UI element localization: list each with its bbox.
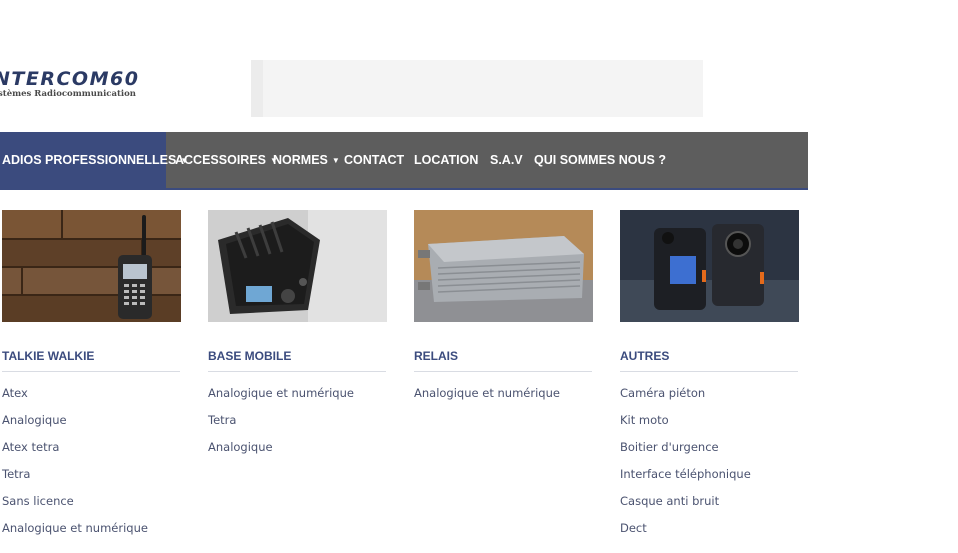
- list-item[interactable]: Caméra piéton: [620, 385, 800, 412]
- nav-label: ADIOS PROFESSIONNELLES: [2, 153, 177, 167]
- nav-qui-sommes-nous[interactable]: QUI SOMMES NOUS ?: [534, 132, 666, 188]
- nav-label: CONTACT: [344, 153, 405, 167]
- logo-title: NTERCOM60: [0, 68, 140, 90]
- nav-radios-professionnelles[interactable]: ADIOS PROFESSIONNELLES ▼: [0, 132, 188, 188]
- logo-subtitle: stèmes Radiocommunication: [0, 89, 136, 99]
- nav-location[interactable]: LOCATION: [414, 132, 478, 188]
- list-item[interactable]: Dect: [620, 520, 800, 547]
- category-title[interactable]: BASE MOBILE: [208, 349, 388, 366]
- category-relais: RELAIS Analogique et numérique: [414, 210, 594, 412]
- divider: [414, 371, 592, 372]
- main-navbar: ADIOS PROFESSIONNELLES ▼ ACCESSOIRES ▼ NOR…: [0, 132, 808, 190]
- caret-down-icon: ▼: [331, 156, 340, 165]
- nav-label: S.A.V: [490, 153, 523, 167]
- category-title[interactable]: RELAIS: [414, 349, 594, 366]
- nav-contact[interactable]: CONTACT: [344, 132, 404, 188]
- list-item[interactable]: Casque anti bruit: [620, 493, 800, 520]
- category-autres: AUTRES Caméra piéton Kit moto Boitier d'…: [620, 210, 800, 547]
- nav-label: LOCATION: [414, 153, 479, 167]
- category-links: Analogique et numérique Tetra Analogique: [208, 385, 388, 466]
- header-banner: [251, 60, 703, 117]
- site-logo[interactable]: NTERCOM60 stèmes Radiocommunication: [0, 68, 139, 99]
- list-item[interactable]: Analogique et numérique: [414, 385, 594, 412]
- talkie-walkie-image[interactable]: [2, 210, 181, 322]
- list-item[interactable]: Interface téléphonique: [620, 466, 800, 493]
- divider: [208, 371, 386, 372]
- list-item[interactable]: Atex tetra: [2, 439, 182, 466]
- list-item[interactable]: Analogique et numérique: [208, 385, 388, 412]
- list-item[interactable]: Analogique: [208, 439, 388, 466]
- list-item[interactable]: Tetra: [2, 466, 182, 493]
- nav-normes[interactable]: NORMES ▼: [273, 132, 340, 188]
- divider: [2, 371, 180, 372]
- list-item[interactable]: Atex: [2, 385, 182, 412]
- category-base-mobile: BASE MOBILE Analogique et numérique Tetr…: [208, 210, 388, 466]
- nav-label: QUI SOMMES NOUS ?: [534, 153, 666, 167]
- category-title[interactable]: AUTRES: [620, 349, 800, 366]
- list-item[interactable]: Kit moto: [620, 412, 800, 439]
- category-links: Caméra piéton Kit moto Boitier d'urgence…: [620, 385, 800, 547]
- list-item[interactable]: Tetra: [208, 412, 388, 439]
- category-links: Analogique et numérique: [414, 385, 594, 412]
- header-banner-edge: [251, 60, 263, 117]
- list-item[interactable]: Analogique et numérique: [2, 520, 182, 547]
- relais-image[interactable]: [414, 210, 593, 322]
- divider: [620, 371, 798, 372]
- list-item[interactable]: Sans licence: [2, 493, 182, 520]
- nav-sav[interactable]: S.A.V: [490, 132, 523, 188]
- category-talkie-walkie: TALKIE WALKIE Atex Analogique Atex tetra…: [2, 210, 182, 547]
- category-title[interactable]: TALKIE WALKIE: [2, 349, 182, 366]
- list-item[interactable]: Boitier d'urgence: [620, 439, 800, 466]
- nav-label: ACCESSOIRES: [175, 153, 266, 167]
- autres-image[interactable]: [620, 210, 799, 322]
- nav-accessoires[interactable]: ACCESSOIRES ▼: [175, 132, 278, 188]
- base-mobile-image[interactable]: [208, 210, 387, 322]
- category-links: Atex Analogique Atex tetra Tetra Sans li…: [2, 385, 182, 547]
- nav-label: NORMES: [273, 153, 328, 167]
- list-item[interactable]: Analogique: [2, 412, 182, 439]
